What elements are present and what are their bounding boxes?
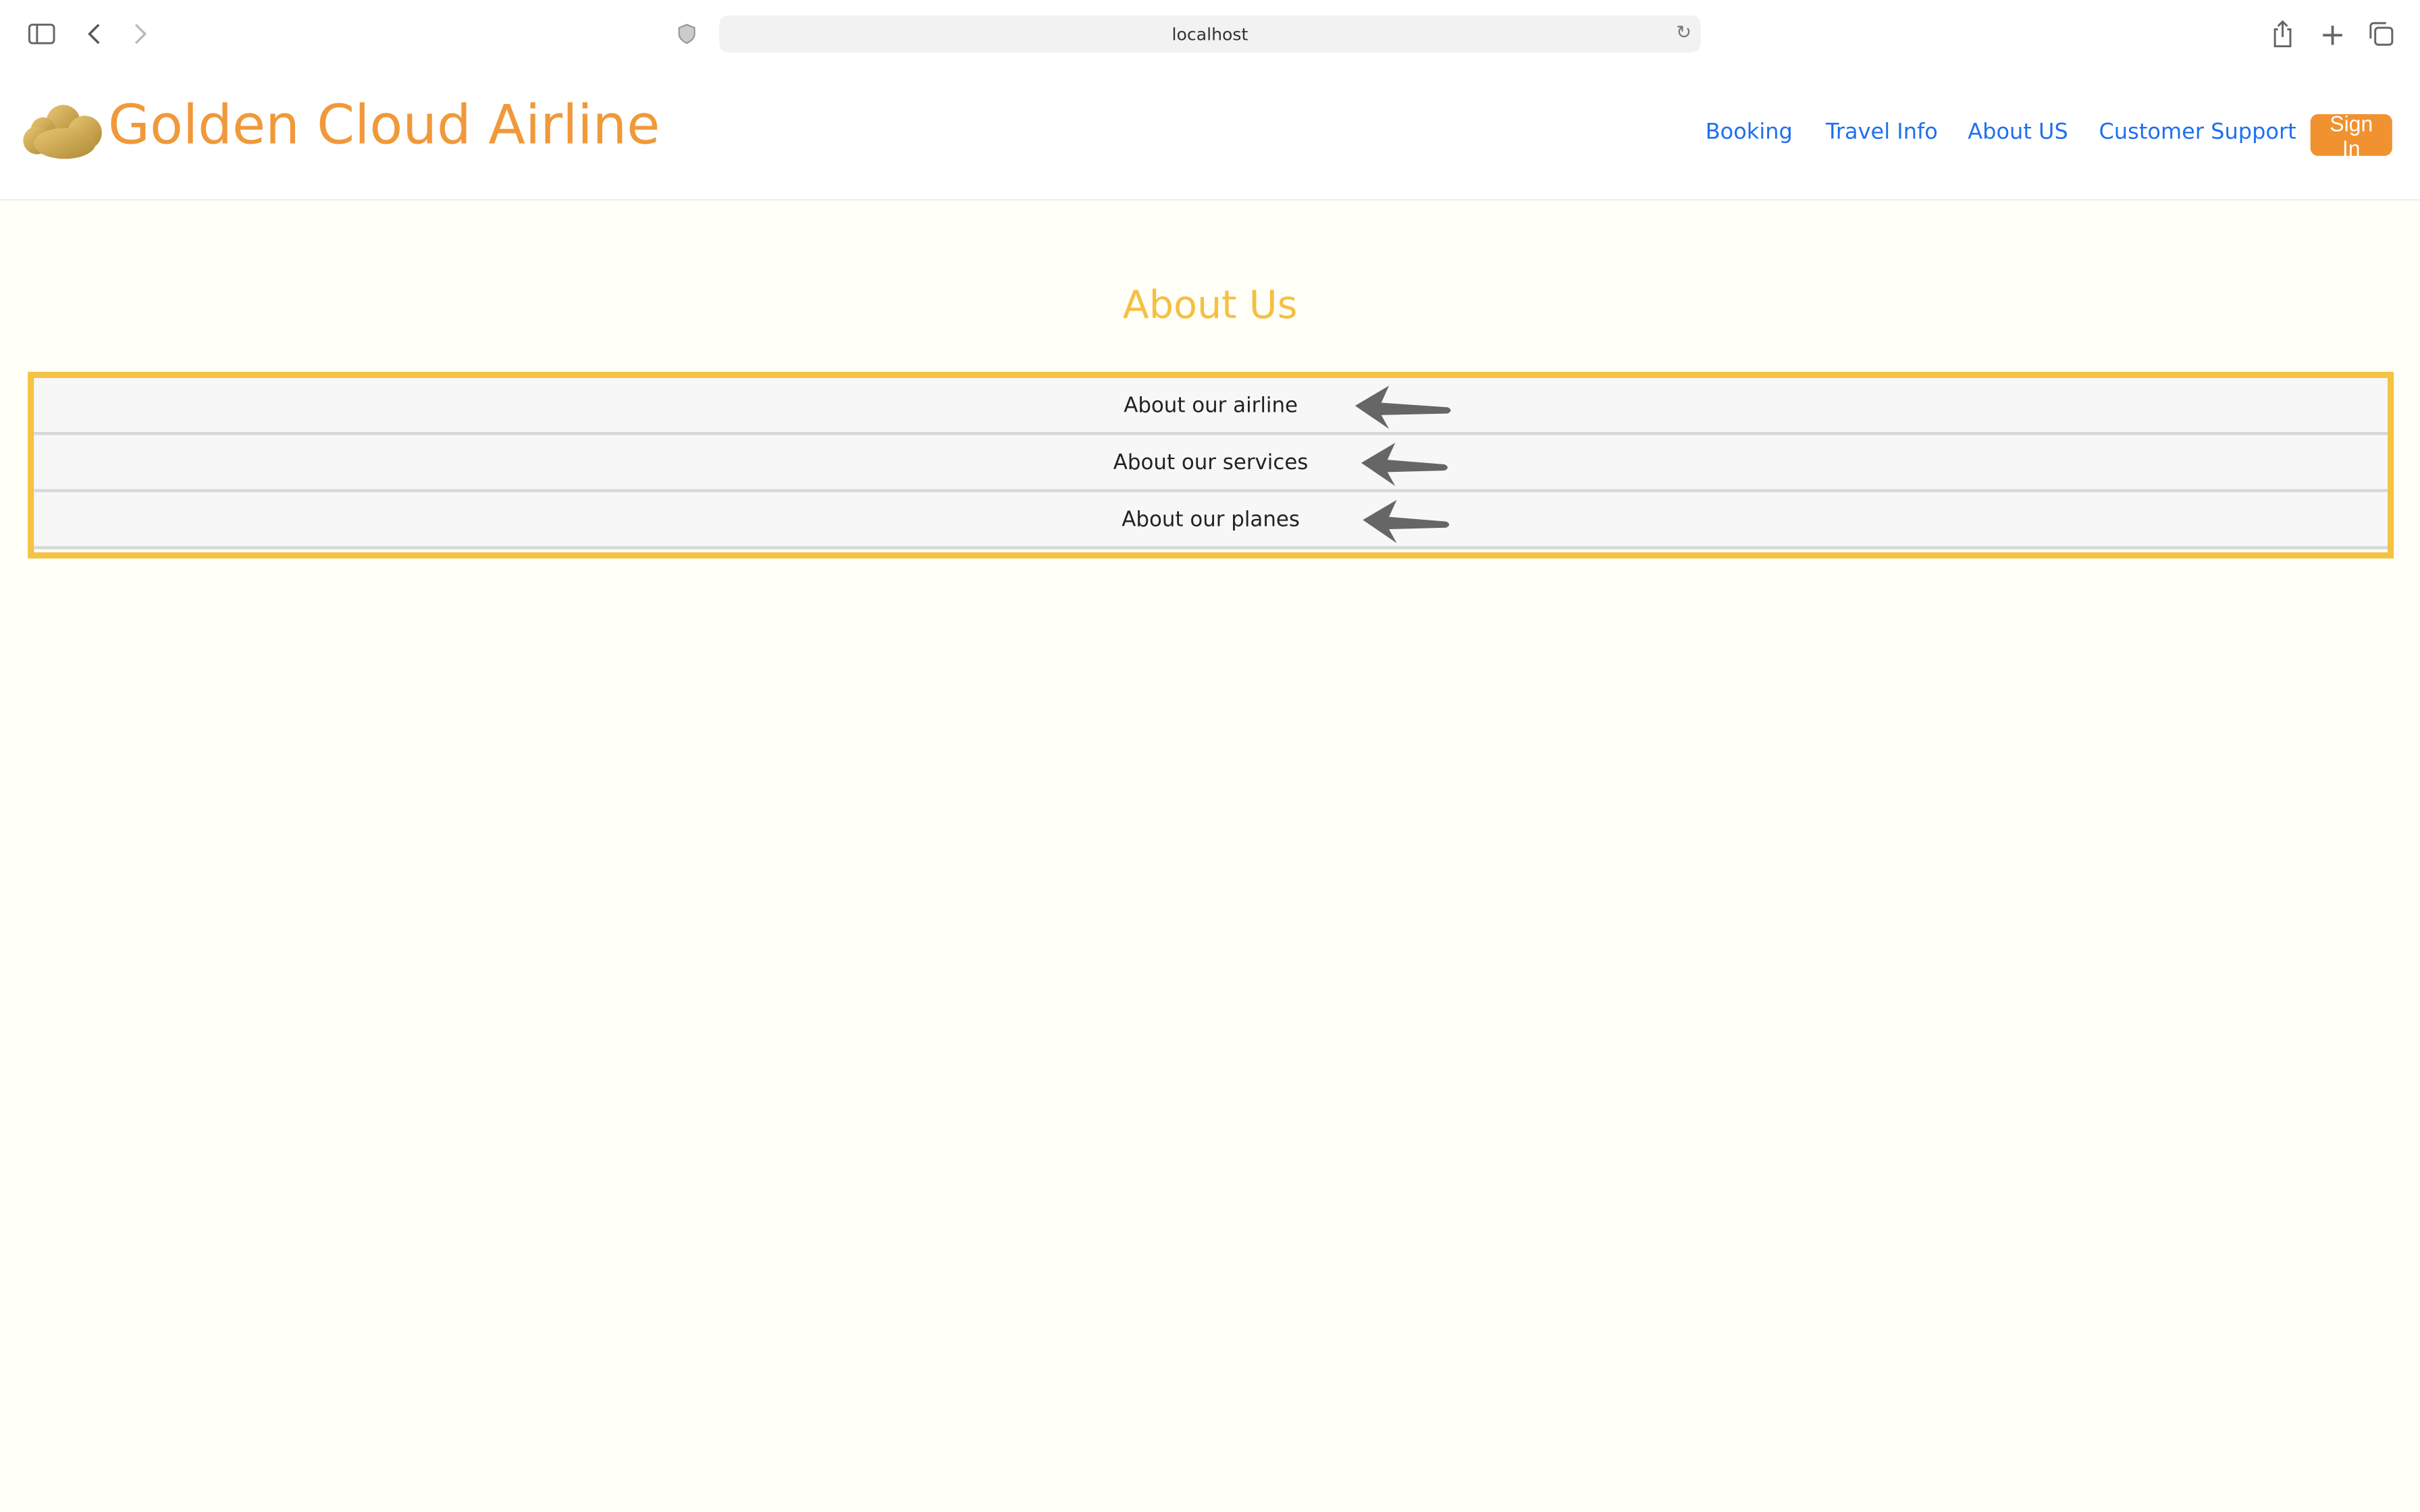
site-header: Golden Cloud Airline Booking Travel Info… <box>0 68 2420 201</box>
address-bar[interactable]: localhost ↻ <box>719 15 1701 53</box>
item-label: About our airline <box>1124 392 1298 418</box>
brand-name[interactable]: Golden Cloud Airline <box>108 96 660 157</box>
browser-toolbar: localhost ↻ + <box>0 0 2420 68</box>
nav-travel-info[interactable]: Travel Info <box>1826 120 1938 145</box>
nav-about-us[interactable]: About US <box>1968 120 2068 145</box>
sidebar-icon[interactable] <box>28 18 55 49</box>
about-list: About our airline About our services Abo… <box>28 371 2394 559</box>
nav-booking[interactable]: Booking <box>1706 120 1793 145</box>
about-services-item[interactable]: About our services <box>34 435 2388 493</box>
forward-icon[interactable] <box>133 18 149 49</box>
arrow-left-icon <box>1354 385 1451 429</box>
page-title: About Us <box>1122 282 1298 327</box>
shield-icon <box>677 18 695 49</box>
item-label: About our services <box>1113 450 1309 475</box>
item-label: About our planes <box>1122 506 1300 532</box>
arrow-left-icon <box>1363 500 1450 543</box>
tabs-icon[interactable] <box>2369 18 2394 49</box>
share-icon[interactable] <box>2272 18 2294 49</box>
arrow-left-icon <box>1361 442 1448 486</box>
reload-icon[interactable]: ↻ <box>1676 22 1691 43</box>
nav-customer-support[interactable]: Customer Support <box>2099 120 2296 145</box>
back-icon[interactable] <box>86 18 102 49</box>
sign-in-button[interactable]: Sign In <box>2310 110 2392 160</box>
new-tab-icon[interactable]: + <box>2319 16 2345 53</box>
about-airline-item[interactable]: About our airline <box>34 377 2388 435</box>
about-planes-item[interactable]: About our planes <box>34 492 2388 549</box>
cloud-logo-icon[interactable] <box>22 102 105 167</box>
url-text: localhost <box>1172 24 1248 45</box>
